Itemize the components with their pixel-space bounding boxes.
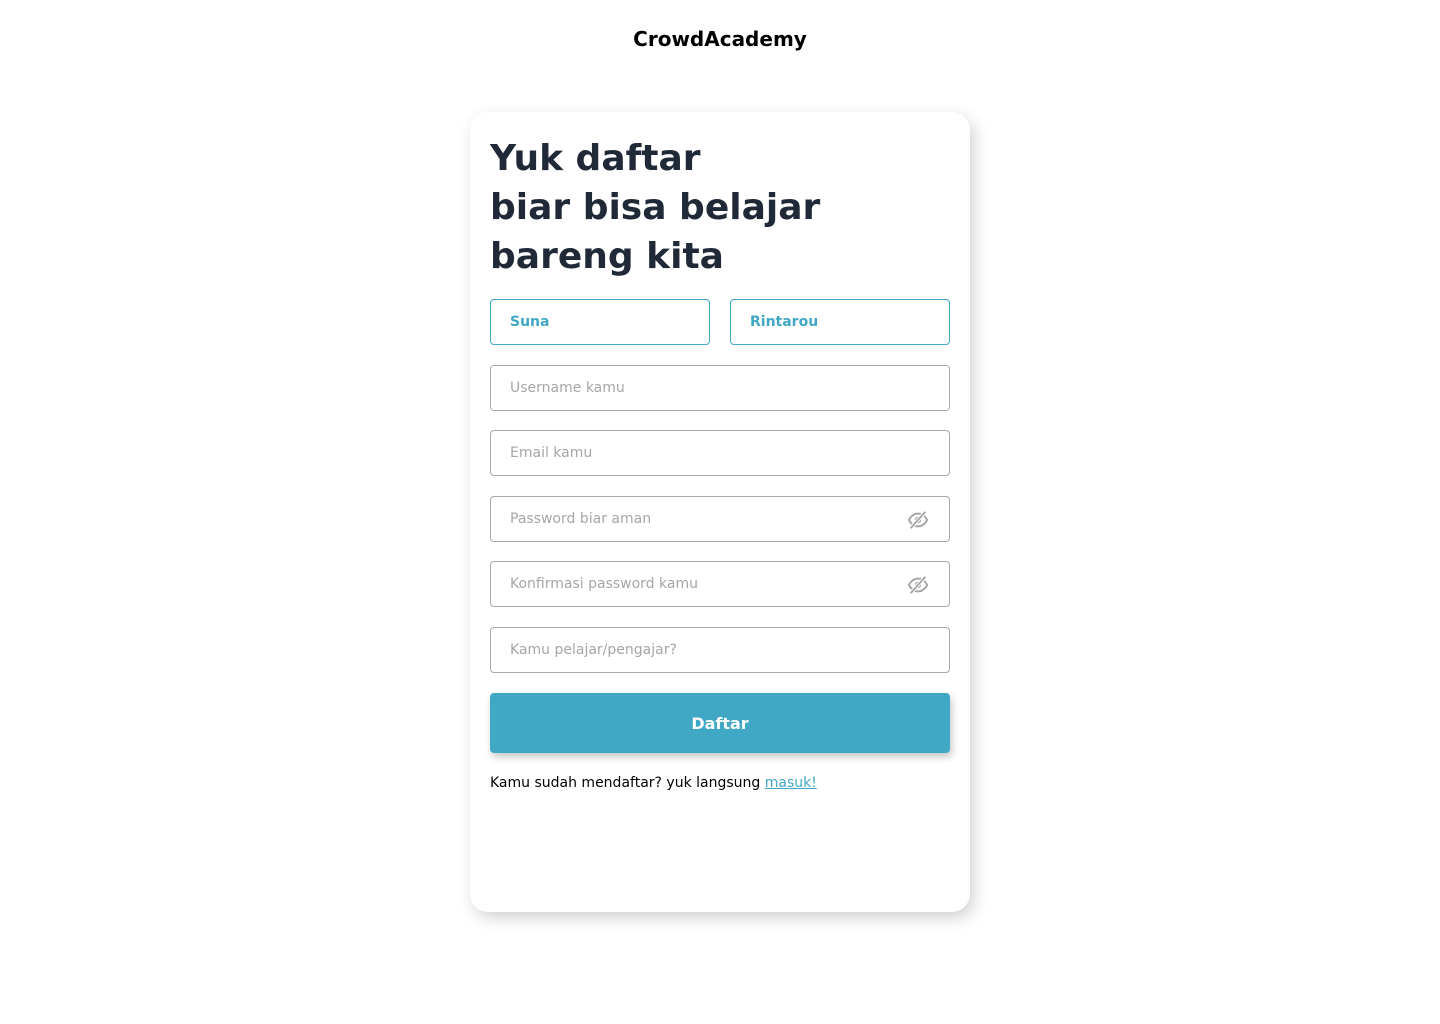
last-name-input[interactable] — [750, 300, 930, 344]
password-input[interactable] — [510, 497, 890, 541]
role-input[interactable] — [510, 628, 930, 672]
confirm-password-field[interactable] — [490, 561, 950, 607]
email-field[interactable] — [490, 430, 950, 476]
first-name-input[interactable] — [510, 300, 690, 344]
login-prompt-text: Kamu sudah mendaftar? yuk langsung — [490, 775, 765, 791]
last-name-field[interactable] — [730, 299, 950, 345]
signup-card: Yuk daftar biar bisa belajar bareng kita — [470, 112, 970, 912]
username-input[interactable] — [510, 366, 930, 410]
eye-slash-icon[interactable] — [907, 509, 929, 531]
role-field[interactable] — [490, 627, 950, 673]
title-line-1: Yuk daftar — [490, 138, 701, 179]
email-input[interactable] — [510, 431, 930, 475]
eye-slash-icon[interactable] — [907, 574, 929, 596]
password-field[interactable] — [490, 496, 950, 542]
confirm-password-input[interactable] — [510, 562, 890, 606]
title-line-2: biar bisa belajar — [490, 187, 821, 228]
first-name-field[interactable] — [490, 299, 710, 345]
brand-logo-text: CrowdAcademy — [633, 27, 807, 51]
page-title: Yuk daftar biar bisa belajar bareng kita — [490, 134, 930, 281]
username-field[interactable] — [490, 365, 950, 411]
login-prompt: Kamu sudah mendaftar? yuk langsung masuk… — [490, 773, 817, 793]
title-line-3: bareng kita — [490, 236, 724, 277]
signup-button[interactable]: Daftar — [490, 693, 950, 753]
login-link[interactable]: masuk! — [765, 775, 817, 791]
